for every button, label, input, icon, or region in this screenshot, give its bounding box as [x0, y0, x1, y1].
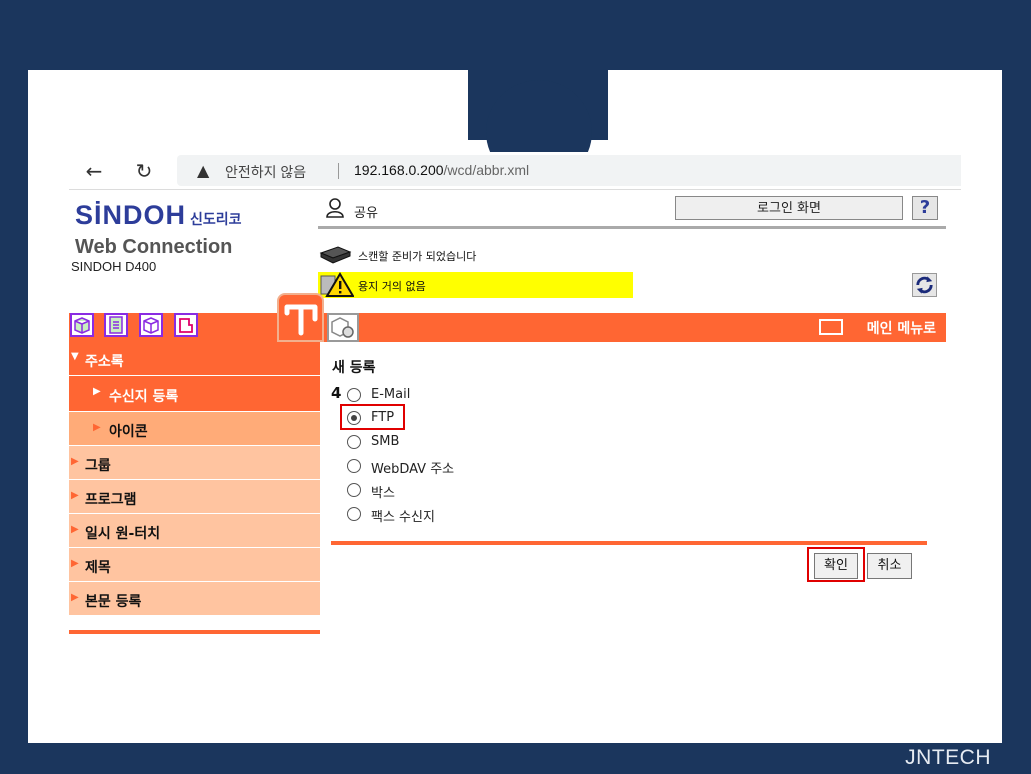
user-label: 공유 [354, 206, 378, 221]
url-text[interactable]: 192.168.0.200/wcd/abbr.xml [354, 162, 529, 178]
sidebar-item-program[interactable]: ▶ 프로그램 [69, 480, 320, 514]
sidebar-item-register-destination[interactable]: ▶ 수신지 등록 [69, 376, 320, 412]
sidebar-item-label: 프로그램 [85, 492, 137, 508]
tab-cube-icon[interactable] [139, 313, 163, 337]
arrow-left-icon[interactable]: ← [79, 156, 109, 186]
radio-label: E-Mail [371, 387, 411, 402]
main-menu-link[interactable]: 메인 메뉴로 [867, 318, 936, 338]
document-icon [109, 316, 123, 334]
sidebar-item-label: 아이콘 [109, 424, 148, 440]
user-icon [326, 198, 344, 218]
cube-icon [143, 317, 159, 334]
arrow-right-icon: ▶ [71, 558, 79, 569]
tab-settings-icon[interactable] [327, 313, 359, 342]
radio-button[interactable] [347, 507, 361, 521]
print-icon [179, 318, 193, 333]
sidebar-item-icon[interactable]: ▶ 아이콘 [69, 412, 320, 446]
status-alert: 용지 거의 없음 [358, 280, 426, 293]
arrow-right-icon: ▶ [71, 524, 79, 535]
help-button[interactable]: ? [912, 196, 938, 220]
sidebar-item-label: 주소록 [85, 354, 124, 370]
sidebar-item-group[interactable]: ▶ 그룹 [69, 446, 320, 480]
tab-print-icon[interactable] [174, 313, 198, 337]
logo-sub: 신도리코 [190, 211, 242, 227]
radio-button[interactable] [347, 388, 361, 402]
product-name: Web Connection [75, 236, 233, 258]
alert-banner: 용지 거의 없음 [318, 272, 633, 298]
expanded-arrow-icon: ▼ [71, 351, 79, 362]
arrow-right-icon: ▶ [71, 490, 79, 501]
tab-bar: 메인 메뉴로 [69, 293, 946, 342]
sidebar: ▼ 주소록 ▶ 수신지 등록 ▶ 아이콘 ▶ 그룹 ▶ 프로그램 ▶ 일시 원-… [69, 342, 320, 616]
login-screen-button[interactable]: 로그인 화면 [675, 196, 903, 220]
scanner-icon [319, 246, 352, 264]
sidebar-item-address-book[interactable]: ▼ 주소록 [69, 342, 320, 376]
header-divider [318, 226, 946, 229]
box-icon [74, 317, 90, 334]
security-warning[interactable]: 안전하지 않음 [225, 162, 306, 182]
sidebar-item-temporary-one-touch[interactable]: ▶ 일시 원-터치 [69, 514, 320, 548]
paper-low-warning-icon [320, 272, 354, 297]
url-host: 192.168.0.200 [354, 162, 444, 178]
radio-label: SMB [371, 434, 400, 449]
sidebar-item-body-text[interactable]: ▶ 본문 등록 [69, 582, 320, 616]
warning-icon: ▲ [197, 161, 210, 180]
address-bar[interactable]: ▲ 안전하지 않음 192.168.0.200/wcd/abbr.xml [177, 155, 961, 186]
radio-label: 박스 [371, 486, 395, 501]
arrow-right-icon: ▶ [93, 386, 101, 397]
arrow-right-icon: ▶ [93, 422, 101, 433]
radio-button[interactable] [347, 459, 361, 473]
logo-main: SİNDOH [75, 200, 187, 230]
sidebar-item-label: 수신지 등록 [109, 389, 179, 405]
url-path: /wcd/abbr.xml [443, 162, 530, 178]
sindoh-logo: SİNDOH 신도리코 [75, 200, 242, 231]
radio-button[interactable] [347, 483, 361, 497]
refresh-icon [916, 276, 933, 294]
ftp-highlight-box [340, 404, 405, 430]
ok-highlight-box [807, 547, 865, 582]
radio-label: 팩스 수신지 [371, 510, 435, 525]
arrow-right-icon: ▶ [71, 592, 79, 603]
step-number: 4 [331, 384, 342, 402]
tab-box-icon[interactable] [70, 313, 94, 337]
main-menu-icon [819, 319, 843, 335]
model-name: SINDOH D400 [71, 259, 157, 274]
url-divider [338, 163, 339, 179]
sidebar-item-label: 일시 원-터치 [85, 526, 161, 542]
browser-bar: ← ↻ ▲ 안전하지 않음 192.168.0.200/wcd/abbr.xml [69, 152, 961, 190]
sidebar-item-label: 제목 [85, 560, 111, 576]
arrow-right-icon: ▶ [71, 456, 79, 467]
page-title: 새 등록 [332, 360, 376, 376]
cancel-button[interactable]: 취소 [867, 553, 912, 579]
brand-label: JNTECH [905, 746, 991, 769]
radio-label: WebDAV 주소 [371, 462, 455, 477]
form-divider [331, 541, 927, 545]
status-ready: 스캔할 준비가 되었습니다 [358, 250, 477, 263]
sidebar-item-subject[interactable]: ▶ 제목 [69, 548, 320, 582]
tab-address-book[interactable] [277, 293, 324, 342]
sidebar-item-label: 그룹 [85, 458, 111, 474]
gear-box-icon [331, 317, 354, 338]
refresh-button[interactable] [912, 273, 937, 297]
address-book-icon [284, 304, 318, 336]
sidebar-item-label: 본문 등록 [85, 594, 142, 610]
tab-document-icon[interactable] [104, 313, 128, 337]
sidebar-bottom-divider [69, 630, 320, 634]
reload-icon[interactable]: ↻ [129, 156, 159, 186]
radio-button[interactable] [347, 435, 361, 449]
